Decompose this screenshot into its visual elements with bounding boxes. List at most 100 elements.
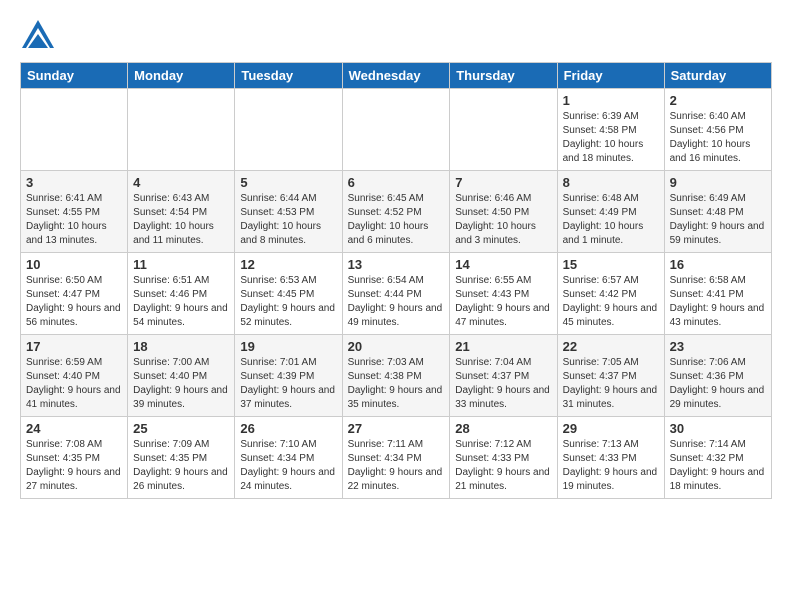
- calendar-cell: 6 Sunrise: 6:45 AM Sunset: 4:52 PM Daylig…: [342, 171, 450, 253]
- page: SundayMondayTuesdayWednesdayThursdayFrid…: [0, 0, 792, 509]
- calendar-cell: 13Sunrise: 6:54 AM Sunset: 4:44 PM Dayli…: [342, 253, 450, 335]
- calendar-header-thursday: Thursday: [450, 63, 557, 89]
- calendar-cell: 10 Sunrise: 6:50 AM Sunset: 4:47 PM Dayli…: [21, 253, 128, 335]
- day-number: 4: [133, 175, 229, 190]
- calendar-cell: 1 Sunrise: 6:39 AM Sunset: 4:58 PM Daylig…: [557, 89, 664, 171]
- calendar-cell: 21 Sunrise: 7:04 AM Sunset: 4:37 PM Dayli…: [450, 335, 557, 417]
- day-number: 22: [563, 339, 659, 354]
- day-info: Sunrise: 6:41 AM Sunset: 4:55 PM Dayligh…: [26, 192, 122, 248]
- day-info: Sunrise: 6:51 AM Sunset: 4:46 PM Dayligh…: [133, 274, 229, 330]
- day-info: Sunrise: 6:43 AM Sunset: 4:54 PM Dayligh…: [133, 192, 229, 248]
- calendar-cell: [21, 89, 128, 171]
- calendar-cell: 5 Sunrise: 6:44 AM Sunset: 4:53 PM Daylig…: [235, 171, 342, 253]
- day-number: 15: [563, 257, 659, 272]
- day-number: 9: [670, 175, 766, 190]
- calendar-header-saturday: Saturday: [664, 63, 771, 89]
- day-number: 26: [240, 421, 336, 436]
- day-number: 25: [133, 421, 229, 436]
- calendar-cell: 16Sunrise: 6:58 AM Sunset: 4:41 PM Dayli…: [664, 253, 771, 335]
- day-info: Sunrise: 7:09 AM Sunset: 4:35 PM Dayligh…: [133, 438, 229, 494]
- calendar-cell: 11 Sunrise: 6:51 AM Sunset: 4:46 PM Dayli…: [128, 253, 235, 335]
- day-info: Sunrise: 6:40 AM Sunset: 4:56 PM Dayligh…: [670, 110, 766, 166]
- calendar-cell: [235, 89, 342, 171]
- day-info: Sunrise: 7:14 AM Sunset: 4:32 PM Dayligh…: [670, 438, 766, 494]
- day-number: 19: [240, 339, 336, 354]
- calendar-cell: [342, 89, 450, 171]
- calendar-cell: 19 Sunrise: 7:01 AM Sunset: 4:39 PM Dayli…: [235, 335, 342, 417]
- day-number: 11: [133, 257, 229, 272]
- calendar-header-tuesday: Tuesday: [235, 63, 342, 89]
- day-number: 14: [455, 257, 551, 272]
- day-info: Sunrise: 6:44 AM Sunset: 4:53 PM Dayligh…: [240, 192, 336, 248]
- day-info: Sunrise: 7:04 AM Sunset: 4:37 PM Dayligh…: [455, 356, 551, 412]
- calendar-cell: 9Sunrise: 6:49 AM Sunset: 4:48 PM Daylig…: [664, 171, 771, 253]
- logo-icon: [20, 16, 56, 52]
- calendar-week-row: 1 Sunrise: 6:39 AM Sunset: 4:58 PM Daylig…: [21, 89, 772, 171]
- calendar-cell: 3 Sunrise: 6:41 AM Sunset: 4:55 PM Daylig…: [21, 171, 128, 253]
- day-number: 21: [455, 339, 551, 354]
- day-number: 18: [133, 339, 229, 354]
- calendar-cell: 23Sunrise: 7:06 AM Sunset: 4:36 PM Dayli…: [664, 335, 771, 417]
- calendar-cell: 17 Sunrise: 6:59 AM Sunset: 4:40 PM Dayli…: [21, 335, 128, 417]
- day-number: 24: [26, 421, 122, 436]
- day-info: Sunrise: 7:11 AM Sunset: 4:34 PM Dayligh…: [348, 438, 445, 494]
- calendar-cell: 28 Sunrise: 7:12 AM Sunset: 4:33 PM Dayli…: [450, 417, 557, 499]
- calendar-cell: 25 Sunrise: 7:09 AM Sunset: 4:35 PM Dayli…: [128, 417, 235, 499]
- day-info: Sunrise: 7:13 AM Sunset: 4:33 PM Dayligh…: [563, 438, 659, 494]
- day-number: 20: [348, 339, 445, 354]
- day-info: Sunrise: 7:05 AM Sunset: 4:37 PM Dayligh…: [563, 356, 659, 412]
- day-number: 28: [455, 421, 551, 436]
- day-number: 27: [348, 421, 445, 436]
- calendar-cell: 14 Sunrise: 6:55 AM Sunset: 4:43 PM Dayli…: [450, 253, 557, 335]
- day-info: Sunrise: 7:03 AM Sunset: 4:38 PM Dayligh…: [348, 356, 445, 412]
- day-number: 30: [670, 421, 766, 436]
- calendar-week-row: 3 Sunrise: 6:41 AM Sunset: 4:55 PM Daylig…: [21, 171, 772, 253]
- calendar-week-row: 24 Sunrise: 7:08 AM Sunset: 4:35 PM Dayli…: [21, 417, 772, 499]
- day-info: Sunrise: 6:39 AM Sunset: 4:58 PM Dayligh…: [563, 110, 659, 166]
- calendar-cell: 30 Sunrise: 7:14 AM Sunset: 4:32 PM Dayli…: [664, 417, 771, 499]
- day-number: 29: [563, 421, 659, 436]
- day-number: 17: [26, 339, 122, 354]
- day-number: 2: [670, 93, 766, 108]
- calendar-cell: 27 Sunrise: 7:11 AM Sunset: 4:34 PM Dayli…: [342, 417, 450, 499]
- day-number: 13: [348, 257, 445, 272]
- day-info: Sunrise: 6:53 AM Sunset: 4:45 PM Dayligh…: [240, 274, 336, 330]
- calendar-week-row: 10 Sunrise: 6:50 AM Sunset: 4:47 PM Dayli…: [21, 253, 772, 335]
- calendar-cell: 15Sunrise: 6:57 AM Sunset: 4:42 PM Dayli…: [557, 253, 664, 335]
- calendar-cell: 20 Sunrise: 7:03 AM Sunset: 4:38 PM Dayli…: [342, 335, 450, 417]
- day-info: Sunrise: 7:01 AM Sunset: 4:39 PM Dayligh…: [240, 356, 336, 412]
- calendar-header-row: SundayMondayTuesdayWednesdayThursdayFrid…: [21, 63, 772, 89]
- day-info: Sunrise: 6:45 AM Sunset: 4:52 PM Dayligh…: [348, 192, 445, 248]
- calendar-cell: 12 Sunrise: 6:53 AM Sunset: 4:45 PM Dayli…: [235, 253, 342, 335]
- day-number: 23: [670, 339, 766, 354]
- calendar-cell: 18 Sunrise: 7:00 AM Sunset: 4:40 PM Dayli…: [128, 335, 235, 417]
- calendar-header-sunday: Sunday: [21, 63, 128, 89]
- logo: [20, 16, 60, 52]
- day-number: 6: [348, 175, 445, 190]
- day-info: Sunrise: 7:12 AM Sunset: 4:33 PM Dayligh…: [455, 438, 551, 494]
- calendar-cell: 2 Sunrise: 6:40 AM Sunset: 4:56 PM Daylig…: [664, 89, 771, 171]
- day-number: 3: [26, 175, 122, 190]
- calendar-cell: 8Sunrise: 6:48 AM Sunset: 4:49 PM Daylig…: [557, 171, 664, 253]
- calendar-cell: 26 Sunrise: 7:10 AM Sunset: 4:34 PM Dayli…: [235, 417, 342, 499]
- day-number: 10: [26, 257, 122, 272]
- day-info: Sunrise: 7:08 AM Sunset: 4:35 PM Dayligh…: [26, 438, 122, 494]
- calendar-cell: 29 Sunrise: 7:13 AM Sunset: 4:33 PM Dayli…: [557, 417, 664, 499]
- day-info: Sunrise: 6:50 AM Sunset: 4:47 PM Dayligh…: [26, 274, 122, 330]
- day-info: Sunrise: 6:55 AM Sunset: 4:43 PM Dayligh…: [455, 274, 551, 330]
- day-info: Sunrise: 6:59 AM Sunset: 4:40 PM Dayligh…: [26, 356, 122, 412]
- calendar-cell: [450, 89, 557, 171]
- calendar-table: SundayMondayTuesdayWednesdayThursdayFrid…: [20, 62, 772, 499]
- day-number: 1: [563, 93, 659, 108]
- calendar-header-monday: Monday: [128, 63, 235, 89]
- calendar-cell: [128, 89, 235, 171]
- day-info: Sunrise: 6:46 AM Sunset: 4:50 PM Dayligh…: [455, 192, 551, 248]
- day-number: 12: [240, 257, 336, 272]
- calendar-week-row: 17 Sunrise: 6:59 AM Sunset: 4:40 PM Dayli…: [21, 335, 772, 417]
- day-number: 16: [670, 257, 766, 272]
- header: [20, 16, 772, 52]
- day-number: 5: [240, 175, 336, 190]
- day-info: Sunrise: 7:00 AM Sunset: 4:40 PM Dayligh…: [133, 356, 229, 412]
- calendar-cell: 22 Sunrise: 7:05 AM Sunset: 4:37 PM Dayli…: [557, 335, 664, 417]
- day-info: Sunrise: 7:10 AM Sunset: 4:34 PM Dayligh…: [240, 438, 336, 494]
